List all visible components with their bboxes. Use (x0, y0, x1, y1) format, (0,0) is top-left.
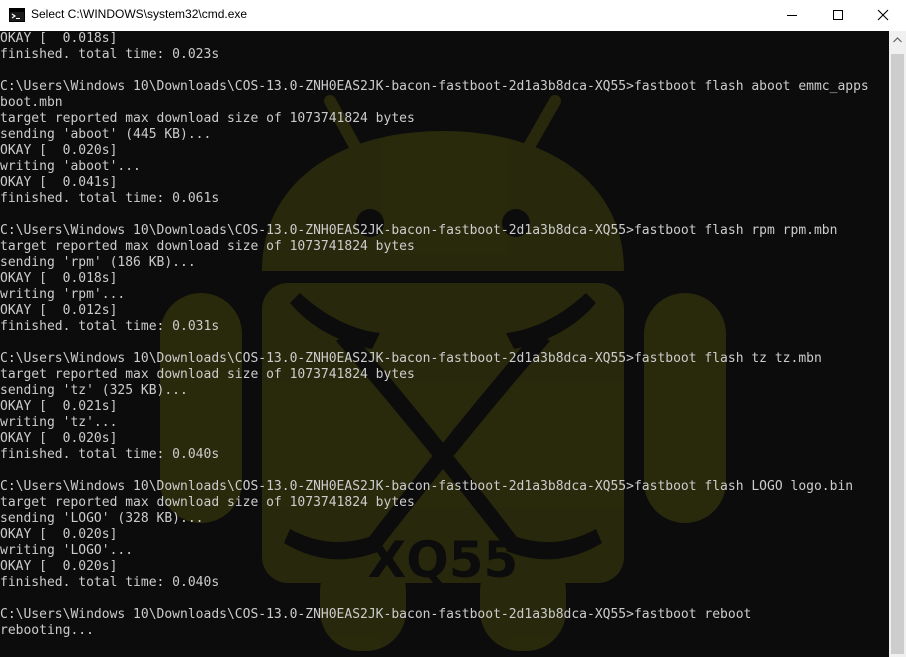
console-line: target reported max download size of 107… (0, 239, 415, 254)
console-line: target reported max download size of 107… (0, 495, 415, 510)
window-title: Select C:\WINDOWS\system32\cmd.exe (31, 7, 248, 21)
console-line: OKAY [ 0.018s] (0, 31, 118, 46)
console-line: writing 'LOGO'... (0, 543, 134, 558)
console-line: sending 'rpm' (186 KB)... (0, 255, 196, 270)
console-line: rebooting... (0, 623, 94, 638)
vertical-scrollbar[interactable] (889, 31, 906, 657)
console-line: sending 'LOGO' (328 KB)... (0, 511, 204, 526)
console-line: sending 'aboot' (445 KB)... (0, 127, 212, 142)
scrollbar-thumb[interactable] (891, 54, 904, 654)
console-line: target reported max download size of 107… (0, 111, 415, 126)
title-bar[interactable]: Select C:\WINDOWS\system32\cmd.exe (0, 0, 906, 30)
close-icon (877, 9, 889, 21)
console-line: finished. total time: 0.040s (0, 447, 220, 462)
console-output[interactable]: XQ55 OKAY [ 0.018s] finished. total time:… (0, 31, 889, 657)
console-line: OKAY [ 0.020s] (0, 527, 118, 542)
console-line: OKAY [ 0.020s] (0, 559, 118, 574)
cmd-icon (9, 8, 25, 22)
cmd-window: Select C:\WINDOWS\system32\cmd.exe XQ55 … (0, 0, 906, 657)
minimize-button[interactable] (769, 0, 815, 30)
minimize-icon (787, 15, 797, 16)
console-line: C:\Users\Windows 10\Downloads\COS-13.0-Z… (0, 351, 822, 366)
console-line: sending 'tz' (325 KB)... (0, 383, 188, 398)
maximize-icon (833, 10, 843, 20)
console-line: finished. total time: 0.061s (0, 191, 220, 206)
console-line: C:\Users\Windows 10\Downloads\COS-13.0-Z… (0, 79, 869, 94)
console-line: C:\Users\Windows 10\Downloads\COS-13.0-Z… (0, 223, 838, 238)
close-button[interactable] (860, 0, 906, 30)
console-line: OKAY [ 0.021s] (0, 399, 118, 414)
console-line: OKAY [ 0.020s] (0, 431, 118, 446)
scroll-up-arrow-icon[interactable] (893, 37, 902, 43)
console-line: OKAY [ 0.041s] (0, 175, 118, 190)
console-line: writing 'aboot'... (0, 159, 141, 174)
console-line: boot.mbn (0, 95, 63, 110)
console-line: finished. total time: 0.023s (0, 47, 220, 62)
console-line: C:\Users\Windows 10\Downloads\COS-13.0-Z… (0, 607, 752, 622)
console-line: target reported max download size of 107… (0, 367, 415, 382)
console-line: finished. total time: 0.031s (0, 319, 220, 334)
console-line: OKAY [ 0.018s] (0, 271, 118, 286)
console-line: finished. total time: 0.040s (0, 575, 220, 590)
console-line: writing 'rpm'... (0, 287, 126, 302)
console-line: C:\Users\Windows 10\Downloads\COS-13.0-Z… (0, 479, 854, 494)
maximize-button[interactable] (815, 0, 861, 30)
console-line: writing 'tz'... (0, 415, 118, 430)
console-line: OKAY [ 0.020s] (0, 143, 118, 158)
console-line: OKAY [ 0.012s] (0, 303, 118, 318)
console-text: OKAY [ 0.018s] finished. total time: 0.02… (0, 31, 869, 639)
